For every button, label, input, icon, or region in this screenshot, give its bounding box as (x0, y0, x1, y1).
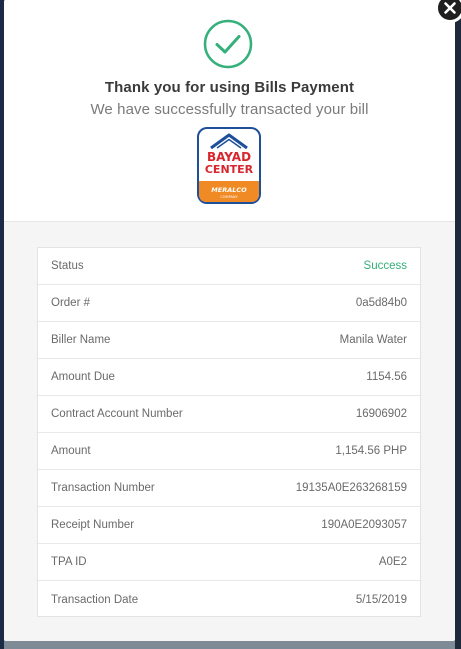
detail-row: TPA ID A0E2 (38, 544, 420, 581)
detail-value: 0a5d84b0 (355, 297, 407, 309)
close-icon (444, 2, 456, 14)
detail-label: Amount Due (51, 371, 115, 383)
detail-label: Biller Name (51, 334, 111, 346)
detail-value: 16906902 (355, 408, 407, 420)
detail-label: Order # (51, 297, 90, 309)
logo-text-meralco: MERALCO (211, 186, 247, 194)
detail-row: Status Success (38, 248, 420, 285)
detail-value: 190A0E2093057 (321, 519, 407, 531)
detail-row: Biller Name Manila Water (38, 322, 420, 359)
detail-row: Transaction Date 5/15/2019 (38, 581, 420, 618)
logo-text-company: COMPANY (220, 195, 238, 199)
detail-label: Receipt Number (51, 519, 135, 531)
screen: Thank you for using Bills Payment We hav… (0, 0, 461, 649)
detail-label: Transaction Number (51, 482, 155, 494)
logo-text-center: CENTER (205, 163, 254, 176)
detail-value: Manila Water (339, 334, 407, 346)
detail-label: TPA ID (51, 556, 87, 568)
detail-row: Order # 0a5d84b0 (38, 285, 420, 322)
detail-row: Amount 1,154.56 PHP (38, 433, 420, 470)
detail-label: Amount (51, 445, 91, 457)
detail-value: 5/15/2019 (355, 593, 407, 606)
background-edge-right (455, 0, 461, 649)
detail-row: Contract Account Number 16906902 (38, 396, 420, 433)
status-value: Success (363, 260, 407, 272)
detail-label: Transaction Date (51, 593, 139, 606)
detail-row: Amount Due 1154.56 (38, 359, 420, 396)
bayad-center-logo: BAYAD CENTER MERALCO COMPANY (197, 127, 261, 204)
dialog-subtitle: We have successfully transacted your bil… (90, 101, 369, 118)
logo-text-bayad: BAYAD (207, 150, 251, 164)
dialog-title: Thank you for using Bills Payment (104, 79, 355, 96)
detail-label: Contract Account Number (51, 408, 183, 420)
check-circle-icon (203, 19, 253, 69)
transaction-details-table: Status Success Order # 0a5d84b0 Biller Name M… (37, 247, 421, 617)
payment-success-dialog: Thank you for using Bills Payment We hav… (4, 0, 455, 641)
detail-row: Receipt Number 190A0E2093057 (38, 507, 420, 544)
detail-value: 19135A0E263268159 (295, 482, 407, 494)
detail-label: Status (51, 260, 84, 272)
detail-value: 1,154.56 PHP (335, 445, 407, 457)
detail-value: A0E2 (378, 556, 407, 568)
detail-row: Transaction Number 19135A0E263268159 (38, 470, 420, 507)
detail-value: 1154.56 (366, 371, 407, 383)
dialog-header: Thank you for using Bills Payment We hav… (4, 0, 455, 222)
